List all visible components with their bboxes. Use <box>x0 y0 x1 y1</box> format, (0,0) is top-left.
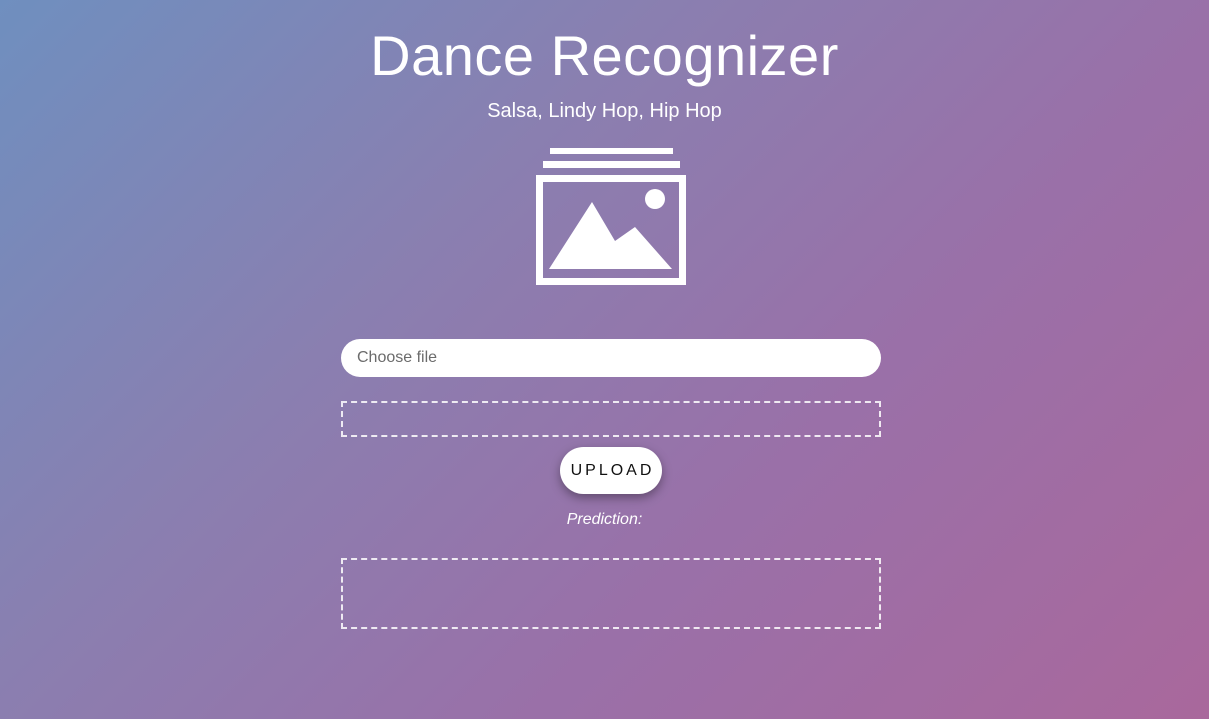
page-subtitle: Salsa, Lindy Hop, Hip Hop <box>487 100 722 122</box>
page-title: Dance Recognizer <box>370 24 839 87</box>
page: Dance Recognizer Salsa, Lindy Hop, Hip H… <box>0 0 1209 719</box>
file-chooser-placeholder: Choose file <box>357 349 438 366</box>
upload-button[interactable]: UPLOAD <box>560 447 662 494</box>
prediction-result-area <box>341 558 881 629</box>
image-preview-area <box>341 401 881 437</box>
image-gallery-icon <box>535 146 687 286</box>
file-chooser-input[interactable]: Choose file <box>341 339 881 377</box>
prediction-label: Prediction: <box>566 511 643 528</box>
